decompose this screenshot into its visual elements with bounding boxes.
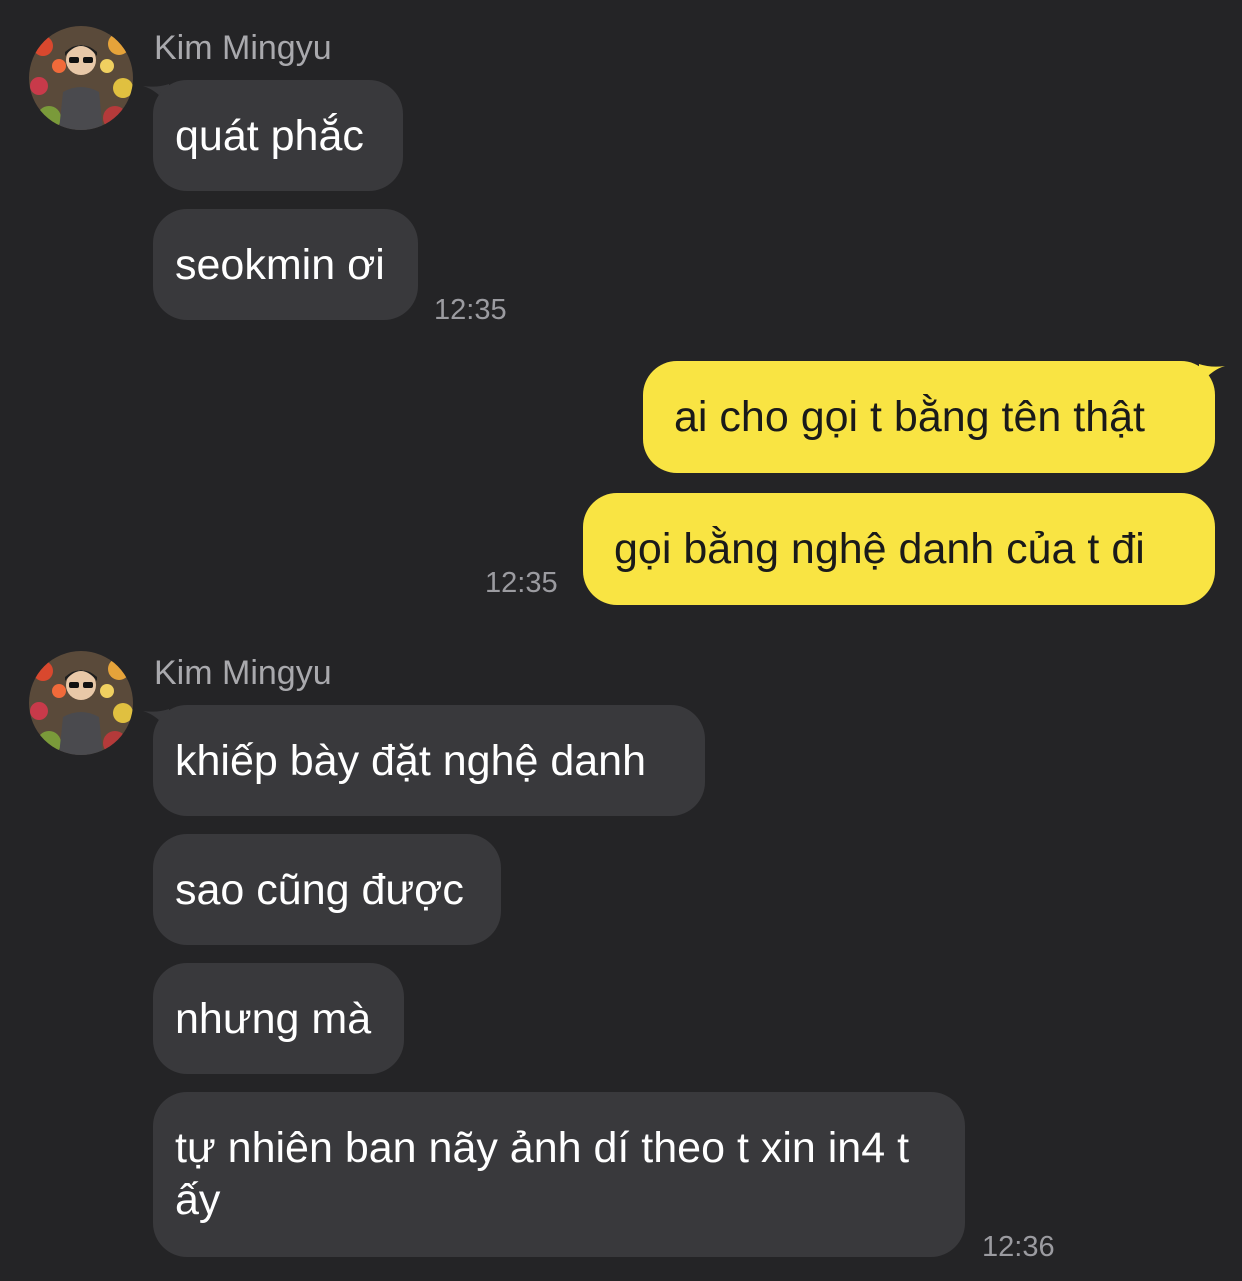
message-timestamp: 12:35 [485, 567, 558, 599]
avatar[interactable] [29, 26, 133, 130]
message-text: nhưng mà [175, 994, 372, 1043]
message-bubble[interactable]: nhưng mà [153, 963, 404, 1074]
sender-name: Kim Mingyu [154, 29, 332, 67]
sender-name: Kim Mingyu [154, 654, 332, 692]
avatar[interactable] [29, 651, 133, 755]
message-timestamp: 12:35 [434, 294, 507, 326]
message-bubble[interactable]: tự nhiên ban nãy ảnh dí theo t xin in4 t… [153, 1092, 965, 1257]
message-text: seokmin ơi [175, 240, 385, 289]
avatar-photo [29, 651, 133, 755]
message-bubble[interactable]: gọi bằng nghệ danh của t đi [583, 493, 1215, 605]
message-text: tự nhiên ban nãy ảnh dí theo t xin in4 t… [175, 1124, 910, 1224]
message-text: quát phắc [175, 111, 364, 160]
message-bubble[interactable]: quát phắc [153, 80, 403, 191]
message-bubble[interactable]: ai cho gọi t bằng tên thật [643, 361, 1215, 473]
message-bubble[interactable]: khiếp bày đặt nghệ danh [153, 705, 705, 816]
message-bubble[interactable]: sao cũng được [153, 834, 501, 945]
message-bubble[interactable]: seokmin ơi [153, 209, 418, 320]
message-text: ai cho gọi t bằng tên thật [674, 393, 1145, 441]
avatar-photo [29, 26, 133, 130]
message-text: khiếp bày đặt nghệ danh [175, 736, 647, 785]
message-text: sao cũng được [175, 865, 464, 914]
message-text: gọi bằng nghệ danh của t đi [614, 525, 1145, 573]
message-timestamp: 12:36 [982, 1231, 1055, 1263]
